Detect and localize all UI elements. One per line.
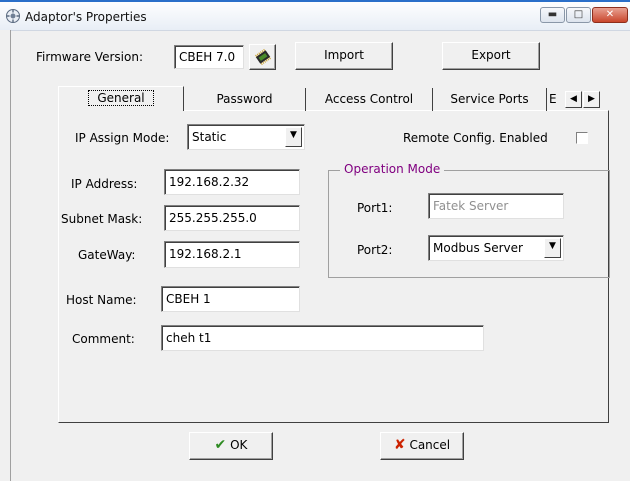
firmware-chip-button[interactable] xyxy=(249,44,276,70)
chip-icon xyxy=(254,48,271,66)
cancel-button[interactable]: ✘ Cancel xyxy=(380,432,464,460)
minimize-icon: ▬ xyxy=(547,9,558,20)
tab-scroll-right-button[interactable]: ▶ xyxy=(583,91,600,108)
host-name-label: Host Name: xyxy=(66,293,137,307)
port1-label: Port1: xyxy=(357,201,393,215)
port2-value: Modbus Server xyxy=(433,241,523,255)
export-button[interactable]: Export xyxy=(442,42,540,70)
tab-service-ports[interactable]: Service Ports xyxy=(433,88,547,111)
arrow-right-icon: ▶ xyxy=(588,94,595,104)
remote-config-label: Remote Config. Enabled xyxy=(403,131,548,145)
firmware-version-field: CBEH 7.0 xyxy=(174,45,244,69)
import-button[interactable]: Import xyxy=(295,42,393,70)
maximize-icon: □ xyxy=(573,9,584,20)
comment-field[interactable]: cheh t1 xyxy=(161,325,484,351)
check-icon: ✔ xyxy=(214,437,227,453)
chevron-down-icon: ▼ xyxy=(549,241,556,251)
ip-assign-dropdown-button[interactable]: ▼ xyxy=(285,127,302,147)
port2-label: Port2: xyxy=(357,243,393,257)
gateway-label: GateWay: xyxy=(78,248,136,262)
close-icon: ✕ xyxy=(605,9,615,20)
tab-scroll-left-button[interactable]: ◀ xyxy=(565,91,582,108)
maximize-button[interactable]: □ xyxy=(566,7,591,23)
cancel-label: Cancel xyxy=(409,438,451,452)
x-icon: ✘ xyxy=(393,437,406,453)
ip-assign-label: IP Assign Mode: xyxy=(75,131,170,145)
tab-password[interactable]: Password xyxy=(184,88,306,111)
ok-button[interactable]: ✔ OK xyxy=(189,432,273,460)
operation-mode-title: Operation Mode xyxy=(340,162,445,176)
host-name-field[interactable]: CBEH 1 xyxy=(161,286,300,312)
port2-select[interactable]: Modbus Server ▼ xyxy=(428,235,564,261)
operation-mode-group xyxy=(328,170,610,278)
gateway-field[interactable]: 192.168.2.1 xyxy=(164,241,300,268)
ip-assign-value: Static xyxy=(192,130,227,144)
tab-access-control[interactable]: Access Control xyxy=(306,88,433,111)
title-bar-accent xyxy=(0,0,630,2)
firmware-label: Firmware Version: xyxy=(36,50,143,64)
ip-address-field[interactable]: 192.168.2.32 xyxy=(164,169,300,195)
tab-general-label: General xyxy=(88,90,154,106)
window-title: Adaptor's Properties xyxy=(25,10,147,24)
remote-config-checkbox[interactable] xyxy=(576,132,588,144)
ip-assign-select[interactable]: Static ▼ xyxy=(187,124,305,150)
chevron-down-icon: ▼ xyxy=(290,130,297,140)
arrow-left-icon: ◀ xyxy=(570,94,577,104)
port2-dropdown-button[interactable]: ▼ xyxy=(544,238,561,258)
subnet-mask-field[interactable]: 255.255.255.0 xyxy=(164,205,300,231)
tab-general[interactable]: General xyxy=(58,86,184,111)
port1-field: Fatek Server xyxy=(428,193,564,219)
subnet-mask-label: Subnet Mask: xyxy=(61,212,143,226)
close-button[interactable]: ✕ xyxy=(592,7,628,23)
adaptor-icon xyxy=(6,9,20,23)
window-left-border xyxy=(0,30,11,481)
ip-address-label: IP Address: xyxy=(71,177,138,191)
ok-label: OK xyxy=(230,438,248,452)
comment-label: Comment: xyxy=(72,332,135,346)
minimize-button[interactable]: ▬ xyxy=(540,7,565,23)
